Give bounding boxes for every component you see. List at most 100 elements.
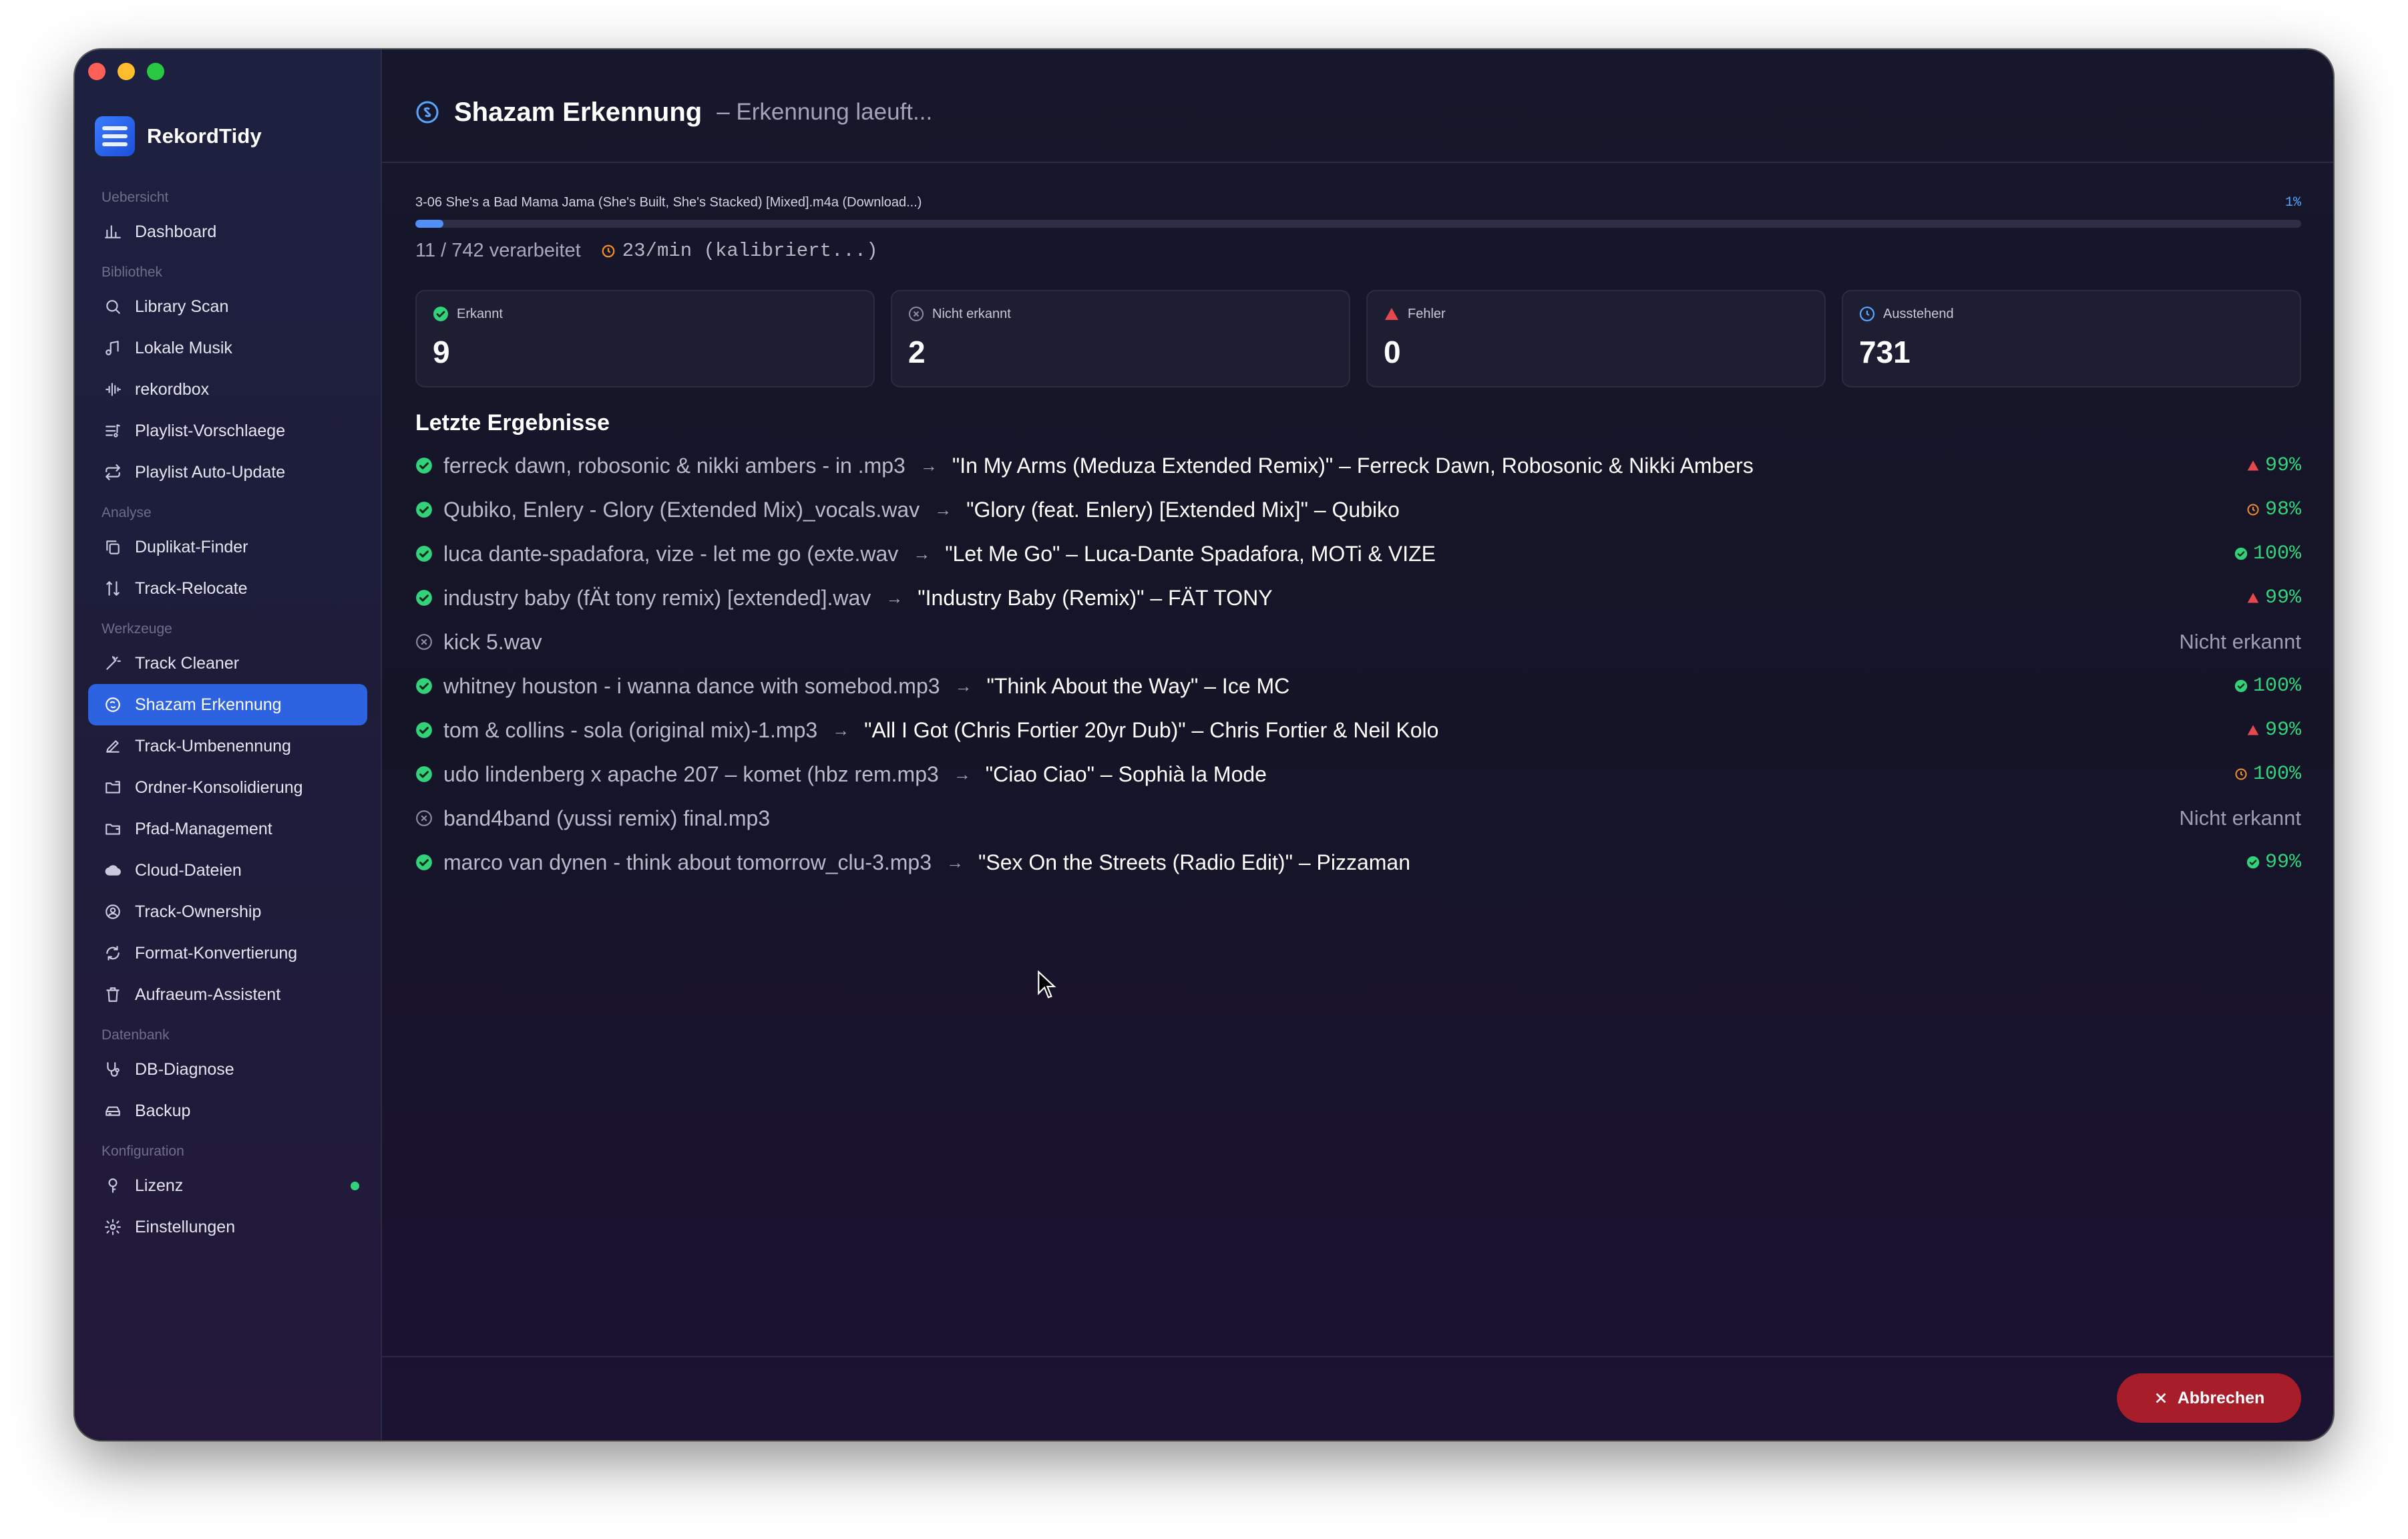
sidebar-item-track-ownership[interactable]: Track-Ownership — [88, 891, 367, 932]
warning-icon — [2246, 591, 2260, 605]
sidebar-item-label: Library Scan — [135, 297, 229, 316]
x-circle-icon — [908, 306, 924, 322]
results-title: Letzte Ergebnisse — [415, 410, 610, 436]
result-filename: band4band (yussi remix) final.mp3 — [443, 806, 771, 830]
result-status: Nicht erkannt — [2179, 630, 2301, 653]
shazam-icon — [416, 101, 439, 124]
progress-bar — [415, 220, 2301, 228]
sidebar-item-label: Track-Ownership — [135, 902, 262, 921]
result-status: Nicht erkannt — [2179, 806, 2301, 830]
arrow-right-icon: → — [954, 675, 972, 696]
sidebar-item-track-umbenennung[interactable]: Track-Umbenennung — [88, 725, 367, 767]
music-note-icon — [103, 338, 123, 358]
search-icon — [103, 297, 123, 317]
arrow-right-icon: → — [885, 587, 904, 608]
stat-cards: Erkannt 9 Nicht erkannt 2 Fehler 0 Ausst… — [415, 290, 2301, 387]
app-name: RekordTidy — [147, 124, 262, 148]
clock-icon — [2234, 767, 2248, 781]
rate-label: 23/min (kalibriert...) — [622, 240, 878, 262]
sidebar-item-label: Dashboard — [135, 222, 217, 241]
sidebar-item-track-relocate[interactable]: Track-Relocate — [88, 568, 367, 609]
sidebar-item-library-scan[interactable]: Library Scan — [88, 286, 367, 327]
result-row: Qubiko, Enlery - Glory (Extended Mix)_vo… — [415, 488, 2301, 532]
sidebar-item-label: Track-Relocate — [135, 578, 248, 598]
sidebar-item-rekordbox[interactable]: rekordbox — [88, 369, 367, 410]
minimize-window-button[interactable] — [118, 63, 135, 80]
check-circle-icon — [415, 545, 433, 562]
page-subtitle: – Erkennung laeuft... — [717, 99, 933, 125]
key-icon — [103, 1176, 123, 1196]
result-match: "Let Me Go" – Luca-Dante Spadafora, MOTi… — [945, 541, 1436, 566]
folder-icon — [103, 778, 123, 798]
nav-section-title: Analyse — [102, 505, 152, 520]
sidebar-item-playlist-auto-update[interactable]: Playlist Auto-Update — [88, 452, 367, 493]
sidebar-item-shazam-erkennung[interactable]: Shazam Erkennung — [88, 684, 367, 725]
result-match: "Ciao Ciao" – Sophià la Mode — [985, 761, 1267, 786]
result-row: ferreck dawn, robosonic & nikki ambers -… — [415, 444, 2301, 488]
nav-section-title: Werkzeuge — [102, 621, 172, 637]
sidebar-item-einstellungen[interactable]: Einstellungen — [88, 1206, 367, 1248]
sidebar-item-backup[interactable]: Backup — [88, 1090, 367, 1132]
sidebar-item-db-diagnose[interactable]: DB-Diagnose — [88, 1049, 367, 1090]
result-match: "In My Arms (Meduza Extended Remix)" – F… — [952, 453, 1754, 478]
result-confidence: 98% — [2264, 498, 2301, 521]
arrow-right-icon: → — [934, 499, 952, 520]
sidebar-item-label: Playlist Auto-Update — [135, 462, 286, 482]
sidebar-item-track-cleaner[interactable]: Track Cleaner — [88, 643, 367, 684]
zoom-window-button[interactable] — [147, 63, 164, 80]
sidebar-item-lokale-musik[interactable]: Lokale Musik — [88, 327, 367, 369]
result-match: "Glory (feat. Enlery) [Extended Mix]" – … — [966, 497, 1400, 522]
result-filename: whitney houston - i wanna dance with som… — [443, 673, 940, 698]
sidebar-item-duplikat-finder[interactable]: Duplikat-Finder — [88, 526, 367, 568]
sidebar-item-label: Pfad-Management — [135, 819, 272, 838]
sidebar-item-format-konvertierung[interactable]: Format-Konvertierung — [88, 932, 367, 974]
check-circle-icon — [2234, 679, 2248, 693]
result-confidence: 99% — [2264, 719, 2301, 741]
pencil-icon — [103, 736, 123, 756]
result-row: marco van dynen - think about tomorrow_c… — [415, 840, 2301, 884]
result-filename: industry baby (fÄt tony remix) [extended… — [443, 585, 871, 610]
cancel-button-label: Abbrechen — [2177, 1388, 2265, 1407]
convert-icon — [103, 943, 123, 963]
result-filename: marco van dynen - think about tomorrow_c… — [443, 850, 932, 874]
nav-section-title: Datenbank — [102, 1027, 170, 1043]
clock-icon — [602, 244, 615, 257]
sidebar-item-dashboard[interactable]: Dashboard — [88, 211, 367, 252]
sidebar-item-aufraeum-assistent[interactable]: Aufraeum-Assistent — [88, 974, 367, 1015]
sidebar-item-label: Einstellungen — [135, 1217, 236, 1236]
result-filename: ferreck dawn, robosonic & nikki ambers -… — [443, 453, 906, 478]
result-row: band4band (yussi remix) final.mp3 Nicht e… — [415, 796, 2301, 840]
sidebar-item-ordner-konsolidierung[interactable]: Ordner-Konsolidierung — [88, 767, 367, 808]
page-header: Shazam Erkennung – Erkennung laeuft... — [382, 49, 2333, 163]
page-title: Shazam Erkennung — [454, 97, 703, 127]
stat-card-value: 2 — [908, 335, 926, 369]
magic-wand-icon — [103, 653, 123, 673]
sidebar-item-cloud-dateien[interactable]: Cloud-Dateien — [88, 850, 367, 891]
result-confidence: 100% — [2252, 675, 2301, 697]
sidebar-item-label: rekordbox — [135, 379, 210, 399]
sidebar-item-playlist-vorschlaege[interactable]: Playlist-Vorschlaege — [88, 410, 367, 452]
arrow-right-icon: → — [946, 852, 964, 872]
sidebar-item-label: Track-Umbenennung — [135, 736, 291, 755]
clock-icon — [1859, 306, 1875, 322]
mouse-cursor-icon — [1038, 970, 1056, 999]
sidebar: RekordTidy Uebersicht Dashboard Bibliothek… — [75, 49, 382, 1440]
sidebar-item-pfad-management[interactable]: Pfad-Management — [88, 808, 367, 850]
stat-card-value: 9 — [433, 335, 450, 369]
sidebar-item-label: DB-Diagnose — [135, 1059, 234, 1079]
result-confidence: 99% — [2264, 851, 2301, 874]
sidebar-item-lizenz[interactable]: Lizenz — [88, 1165, 367, 1206]
sidebar-item-label: Format-Konvertierung — [135, 943, 298, 963]
stat-card-fehler: Fehler 0 — [1366, 290, 1826, 387]
check-circle-icon — [415, 501, 433, 518]
check-circle-icon — [2234, 547, 2248, 560]
close-window-button[interactable] — [88, 63, 106, 80]
x-circle-icon — [415, 810, 433, 827]
clock-icon — [2246, 503, 2260, 516]
cancel-button[interactable]: Abbrechen — [2117, 1373, 2301, 1423]
result-confidence: 99% — [2264, 454, 2301, 477]
shazam-icon — [103, 695, 123, 715]
stat-card-erkannt: Erkannt 9 — [415, 290, 875, 387]
sidebar-item-label: Aufraeum-Assistent — [135, 985, 281, 1004]
sidebar-item-label: Duplikat-Finder — [135, 537, 248, 556]
